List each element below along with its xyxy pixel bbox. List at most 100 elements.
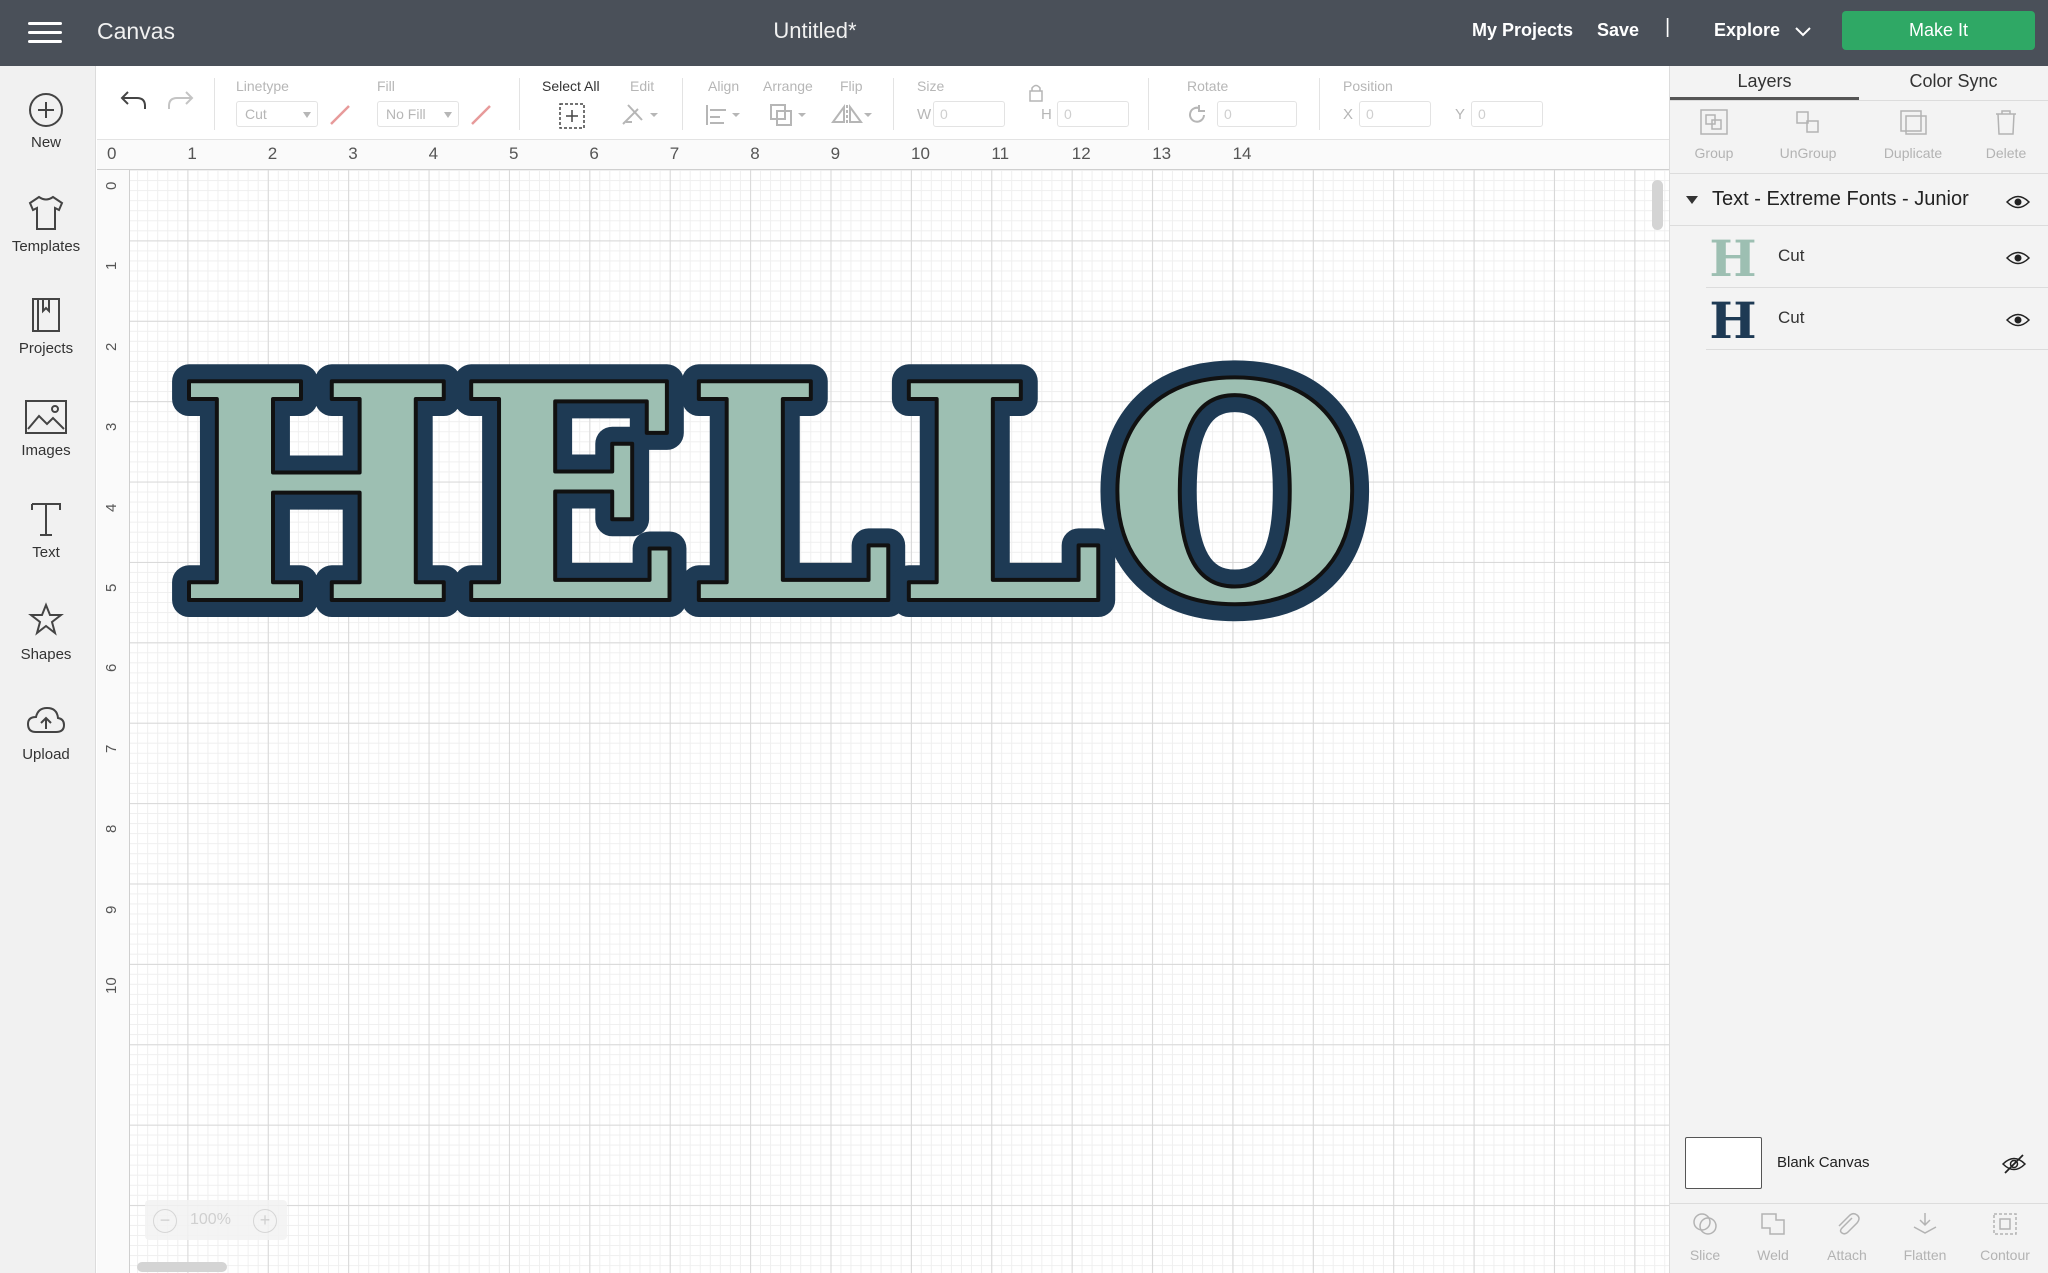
linetype-select[interactable]: Cut	[236, 101, 318, 127]
zoom-out-button[interactable]: −	[153, 1209, 177, 1233]
sidebar-item-text[interactable]: Text	[0, 500, 92, 590]
layers-panel: Layers Color Sync Group UnGroup Duplicat…	[1669, 66, 2048, 1273]
cloud-upload-icon	[26, 706, 66, 733]
tab-layers[interactable]: Layers	[1670, 66, 1859, 100]
align-icon[interactable]	[704, 102, 744, 128]
canvas-color-swatch[interactable]	[1685, 1137, 1762, 1189]
collapse-triangle-icon[interactable]	[1686, 196, 1698, 204]
hello-text-object[interactable]: HELLO HELLO	[130, 170, 1669, 1273]
select-all-icon[interactable]	[558, 102, 586, 130]
paperclip-icon	[1838, 1212, 1860, 1235]
design-canvas[interactable]: 0 1 2 3 4 5 6 7 8 9 10 11 12 13 14 0 1 2 3 4 5 6 7 8 9 10 HELLO …	[97, 140, 1669, 1273]
eye-icon[interactable]	[2006, 312, 2030, 328]
ruler-tick-label: 9	[103, 905, 120, 914]
layer-group-text[interactable]: Text - Extreme Fonts - Junior	[1670, 176, 2048, 226]
layer-name: Cut	[1778, 246, 1805, 265]
ruler-tick-label: 1	[103, 262, 120, 271]
flip-label: Flip	[840, 78, 863, 94]
redo-icon[interactable]	[165, 88, 195, 112]
undo-icon[interactable]	[119, 88, 149, 112]
chevron-down-icon[interactable]	[1794, 22, 1812, 40]
rotate-input[interactable]: 0	[1217, 101, 1297, 127]
vertical-scrollbar[interactable]	[1652, 180, 1663, 230]
select-all-label[interactable]: Select All	[542, 78, 600, 94]
ruler-tick-label: 6	[103, 664, 120, 673]
x-letter: X	[1343, 106, 1354, 123]
left-sidebar: New Templates Projects Images Text Shape…	[0, 66, 96, 1273]
ungroup-button[interactable]: UnGroup	[1768, 107, 1848, 161]
fill-value: No Fill	[386, 106, 426, 122]
eye-icon[interactable]	[2006, 194, 2030, 210]
explore-link[interactable]: Explore	[1714, 20, 1780, 41]
duplicate-icon	[1900, 110, 1927, 135]
linetype-color-icon[interactable]	[328, 103, 352, 127]
flip-icon[interactable]	[830, 102, 876, 128]
layer-thumbnail-light: H	[1711, 234, 1755, 280]
sidebar-item-shapes[interactable]: Shapes	[0, 602, 92, 692]
ruler-tick-label: 14	[1232, 144, 1252, 163]
flatten-button[interactable]: Flatten	[1890, 1210, 1960, 1263]
arrange-icon[interactable]	[768, 102, 812, 128]
slice-button[interactable]: Slice	[1670, 1210, 1740, 1263]
width-value: 0	[940, 106, 948, 122]
duplicate-button[interactable]: Duplicate	[1873, 107, 1953, 161]
flatten-icon	[1913, 1213, 1937, 1234]
sidebar-item-images[interactable]: Images	[0, 398, 92, 488]
horizontal-scrollbar[interactable]	[137, 1262, 227, 1272]
ruler-tick-label: 6	[589, 144, 599, 163]
layer-row[interactable]: H Cut	[1706, 226, 2048, 288]
ruler-tick-label: 2	[103, 342, 120, 351]
make-it-button[interactable]: Make It	[1842, 11, 2035, 50]
edit-icon[interactable]	[620, 102, 664, 128]
sidebar-label: Text	[32, 544, 60, 561]
weld-label: Weld	[1757, 1247, 1789, 1263]
sidebar-label: Shapes	[20, 646, 72, 663]
tshirt-icon	[28, 195, 64, 230]
nav-divider: |	[1665, 16, 1671, 38]
zoom-in-button[interactable]: +	[253, 1209, 277, 1233]
fill-select[interactable]: No Fill	[377, 101, 459, 127]
weld-button[interactable]: Weld	[1738, 1210, 1808, 1263]
attach-button[interactable]: Attach	[1812, 1210, 1882, 1263]
eye-icon[interactable]	[2006, 250, 2030, 266]
y-position-input[interactable]: 0	[1471, 101, 1543, 127]
fill-label: Fill	[377, 78, 395, 94]
duplicate-label: Duplicate	[1883, 145, 1943, 161]
sidebar-item-projects[interactable]: Projects	[0, 296, 92, 386]
book-icon	[32, 298, 60, 332]
sidebar-item-upload[interactable]: Upload	[0, 704, 92, 794]
hello-fill-layer[interactable]: HELLO	[173, 316, 1367, 673]
layer-thumb-letter: H	[1711, 296, 1755, 342]
layer-thumb-letter: H	[1711, 234, 1755, 280]
save-button[interactable]: Save	[1597, 20, 1639, 41]
lock-icon[interactable]	[1027, 82, 1045, 104]
sidebar-item-templates[interactable]: Templates	[0, 194, 92, 284]
zoom-control: − 100% +	[145, 1200, 287, 1240]
ruler-tick-label: 1	[187, 144, 197, 163]
layer-name: Cut	[1778, 308, 1805, 327]
sidebar-label: New	[30, 134, 61, 151]
width-input[interactable]: 0	[933, 101, 1005, 127]
canvas-grid[interactable]: HELLO HELLO	[130, 170, 1669, 1273]
sidebar-item-new[interactable]: New	[0, 92, 92, 182]
delete-button[interactable]: Delete	[1966, 107, 2046, 161]
ungroup-icon	[1796, 111, 1819, 133]
height-input[interactable]: 0	[1057, 101, 1129, 127]
my-projects-link[interactable]: My Projects	[1472, 20, 1573, 41]
layer-bottom-actions: Slice Weld Attach Flatten Contour	[1670, 1203, 2048, 1273]
document-title[interactable]: Untitled*	[0, 18, 1630, 44]
eye-hidden-icon[interactable]	[2001, 1153, 2027, 1175]
ruler-tick-label: 8	[750, 144, 760, 163]
ruler-tick-label: 0	[107, 144, 117, 163]
contour-button[interactable]: Contour	[1970, 1210, 2040, 1263]
layer-group-name: Text - Extreme Fonts - Junior	[1712, 188, 1969, 210]
hello-letters[interactable]: HELLO HELLO	[158, 301, 1382, 688]
flatten-label: Flatten	[1903, 1247, 1947, 1263]
trash-icon	[1996, 110, 2016, 135]
tab-color-sync[interactable]: Color Sync	[1859, 66, 2048, 100]
x-position-input[interactable]: 0	[1359, 101, 1431, 127]
align-label: Align	[708, 78, 740, 94]
layer-row[interactable]: H Cut	[1706, 288, 2048, 350]
group-button[interactable]: Group	[1674, 107, 1754, 161]
fill-color-icon[interactable]	[469, 103, 493, 127]
